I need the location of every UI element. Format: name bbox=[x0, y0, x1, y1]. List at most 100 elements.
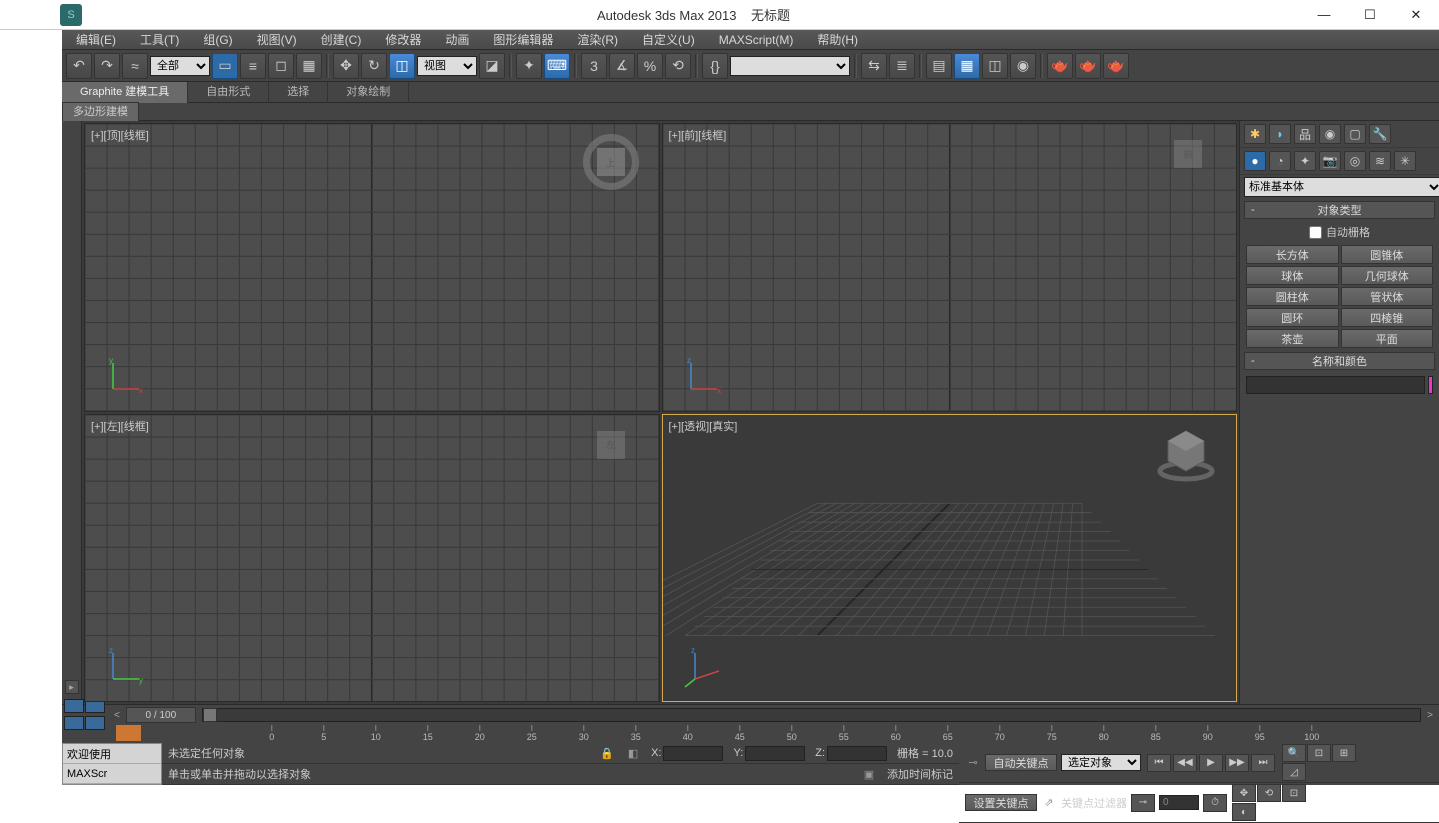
coord-x-input[interactable] bbox=[663, 746, 723, 761]
isolate-icon[interactable]: ◧ bbox=[625, 745, 641, 761]
obj-plane[interactable]: 平面 bbox=[1341, 329, 1434, 348]
key-filter-icon[interactable]: ⇗ bbox=[1041, 795, 1057, 811]
viewport-left[interactable]: [+][左][线框] zy 左 bbox=[84, 414, 660, 703]
fov-icon[interactable]: ◿ bbox=[1282, 763, 1306, 781]
align-icon[interactable]: ≣ bbox=[889, 53, 915, 79]
pan-icon[interactable]: ✥ bbox=[1232, 784, 1256, 802]
key-icon[interactable]: ⊸ bbox=[965, 755, 981, 771]
ribbon-sub-polymodel[interactable]: 多边形建模 bbox=[62, 102, 139, 122]
maximize-button[interactable]: ☐ bbox=[1347, 0, 1393, 30]
percent-snap-icon[interactable]: % bbox=[637, 53, 663, 79]
autokey-button[interactable]: 自动关键点 bbox=[985, 754, 1057, 771]
lock-icon[interactable]: 🔒 bbox=[599, 745, 615, 761]
rotate-icon[interactable]: ↻ bbox=[361, 53, 387, 79]
render-frame-icon[interactable]: 🫖 bbox=[1075, 53, 1101, 79]
trackbtn4[interactable] bbox=[85, 716, 105, 730]
viewport-top[interactable]: [+][顶][线框] yx 上 bbox=[84, 123, 660, 412]
walk-icon[interactable]: ◐ bbox=[1232, 803, 1256, 821]
layers-icon[interactable]: ▤ bbox=[926, 53, 952, 79]
orbit-icon[interactable]: ⟲ bbox=[1257, 784, 1281, 802]
zoom-all-icon[interactable]: ⊡ bbox=[1307, 744, 1331, 762]
obj-cone[interactable]: 圆锥体 bbox=[1341, 245, 1434, 264]
cameras-icon[interactable]: 📷 bbox=[1319, 151, 1341, 171]
geometry-icon[interactable]: ● bbox=[1244, 151, 1266, 171]
select-region-icon[interactable]: ◻ bbox=[268, 53, 294, 79]
ribbon-tab-paint[interactable]: 对象绘制 bbox=[328, 82, 409, 103]
undo-icon[interactable]: ↶ bbox=[66, 53, 92, 79]
snap-toggle-icon[interactable]: 3 bbox=[581, 53, 607, 79]
script-listener[interactable]: 欢迎使用 MAXScr bbox=[62, 743, 162, 785]
lights-icon[interactable]: ✦ bbox=[1294, 151, 1316, 171]
named-sets-icon[interactable]: {} bbox=[702, 53, 728, 79]
window-crossing-icon[interactable]: ▦ bbox=[296, 53, 322, 79]
obj-pyramid[interactable]: 四棱锥 bbox=[1341, 308, 1434, 327]
obj-box[interactable]: 长方体 bbox=[1246, 245, 1339, 264]
zoom-icon[interactable]: 🔍 bbox=[1282, 744, 1306, 762]
viewport-persp-label[interactable]: [+][透视][真实] bbox=[669, 418, 738, 434]
manipulate-icon[interactable]: ✦ bbox=[516, 53, 542, 79]
ref-coordsys[interactable]: 视图 bbox=[417, 56, 477, 76]
expand-icon[interactable]: ▸ bbox=[65, 680, 79, 694]
coord-y-input[interactable] bbox=[745, 746, 805, 761]
ribbon-tab-graphite[interactable]: Graphite 建模工具 bbox=[62, 82, 188, 103]
max-toggle-icon[interactable]: ⊡ bbox=[1282, 784, 1306, 802]
object-name-input[interactable] bbox=[1246, 376, 1425, 394]
close-button[interactable]: ✕ bbox=[1393, 0, 1439, 30]
obj-geosphere[interactable]: 几何球体 bbox=[1341, 266, 1434, 285]
key-filter-label[interactable]: 关键点过滤器 bbox=[1061, 795, 1127, 811]
obj-teapot[interactable]: 茶壶 bbox=[1246, 329, 1339, 348]
helpers-icon[interactable]: ◎ bbox=[1344, 151, 1366, 171]
material-icon[interactable]: ◉ bbox=[1010, 53, 1036, 79]
curve-editor-icon[interactable]: ▦ bbox=[954, 53, 980, 79]
obj-sphere[interactable]: 球体 bbox=[1246, 266, 1339, 285]
track-toggle-icon[interactable] bbox=[116, 725, 141, 741]
render-setup-icon[interactable]: 🫖 bbox=[1047, 53, 1073, 79]
menu-render[interactable]: 渲染(R) bbox=[565, 30, 630, 50]
trackbtn1[interactable] bbox=[64, 699, 84, 713]
viewcube-icon[interactable]: 左 bbox=[583, 425, 639, 481]
coord-z-input[interactable] bbox=[827, 746, 887, 761]
menu-animation[interactable]: 动画 bbox=[433, 30, 481, 50]
time-config-icon[interactable]: ⏱ bbox=[1203, 794, 1227, 812]
setkey-button[interactable]: 设置关键点 bbox=[965, 794, 1037, 811]
menu-modifiers[interactable]: 修改器 bbox=[373, 30, 433, 50]
rollout-name-color[interactable]: -名称和颜色 bbox=[1244, 352, 1435, 370]
spacewarps-icon[interactable]: ≋ bbox=[1369, 151, 1391, 171]
keyboard-shortcut-icon[interactable]: ⌨ bbox=[544, 53, 570, 79]
mirror-icon[interactable]: ⇆ bbox=[861, 53, 887, 79]
prev-frame-icon[interactable]: ◀◀ bbox=[1173, 754, 1197, 772]
time-slider[interactable] bbox=[202, 708, 1421, 722]
angle-snap-icon[interactable]: ∡ bbox=[609, 53, 635, 79]
app-icon[interactable]: S bbox=[60, 4, 82, 26]
frame-display[interactable]: 0 / 100 bbox=[126, 707, 196, 723]
shapes-icon[interactable]: ◔ bbox=[1269, 151, 1291, 171]
move-icon[interactable]: ✥ bbox=[333, 53, 359, 79]
autogrid-checkbox[interactable] bbox=[1309, 226, 1322, 239]
ribbon-tab-select[interactable]: 选择 bbox=[269, 82, 328, 103]
zoom-ext-icon[interactable]: ⊞ bbox=[1332, 744, 1356, 762]
menu-customize[interactable]: 自定义(U) bbox=[630, 30, 707, 50]
scale-icon[interactable]: ◫ bbox=[389, 53, 415, 79]
hierarchy-tab-icon[interactable]: 品 bbox=[1294, 124, 1316, 144]
obj-torus[interactable]: 圆环 bbox=[1246, 308, 1339, 327]
display-tab-icon[interactable]: ▢ bbox=[1344, 124, 1366, 144]
viewport-perspective[interactable]: [+][透视][真实] z bbox=[662, 414, 1238, 703]
obj-cylinder[interactable]: 圆柱体 bbox=[1246, 287, 1339, 306]
named-selection[interactable] bbox=[730, 56, 850, 76]
keymode-select[interactable]: 选定对象 bbox=[1061, 754, 1141, 771]
menu-view[interactable]: 视图(V) bbox=[245, 30, 309, 50]
frame-spinner[interactable] bbox=[1159, 795, 1199, 810]
utilities-tab-icon[interactable]: 🔧 bbox=[1369, 124, 1391, 144]
create-tab-icon[interactable]: ✱ bbox=[1244, 124, 1266, 144]
modify-tab-icon[interactable]: ◗ bbox=[1269, 124, 1291, 144]
viewcube-icon[interactable]: 前 bbox=[1160, 134, 1216, 190]
rollout-object-type[interactable]: -对象类型 bbox=[1244, 201, 1435, 219]
menu-create[interactable]: 创建(C) bbox=[309, 30, 374, 50]
select-name-icon[interactable]: ≡ bbox=[240, 53, 266, 79]
menu-tools[interactable]: 工具(T) bbox=[128, 30, 191, 50]
menu-edit[interactable]: 编辑(E) bbox=[64, 30, 128, 50]
minimize-button[interactable]: — bbox=[1301, 0, 1347, 30]
selection-filter[interactable]: 全部 bbox=[150, 56, 210, 76]
primitive-type-select[interactable]: 标准基本体 bbox=[1244, 177, 1439, 197]
select-object-icon[interactable]: ▭ bbox=[212, 53, 238, 79]
